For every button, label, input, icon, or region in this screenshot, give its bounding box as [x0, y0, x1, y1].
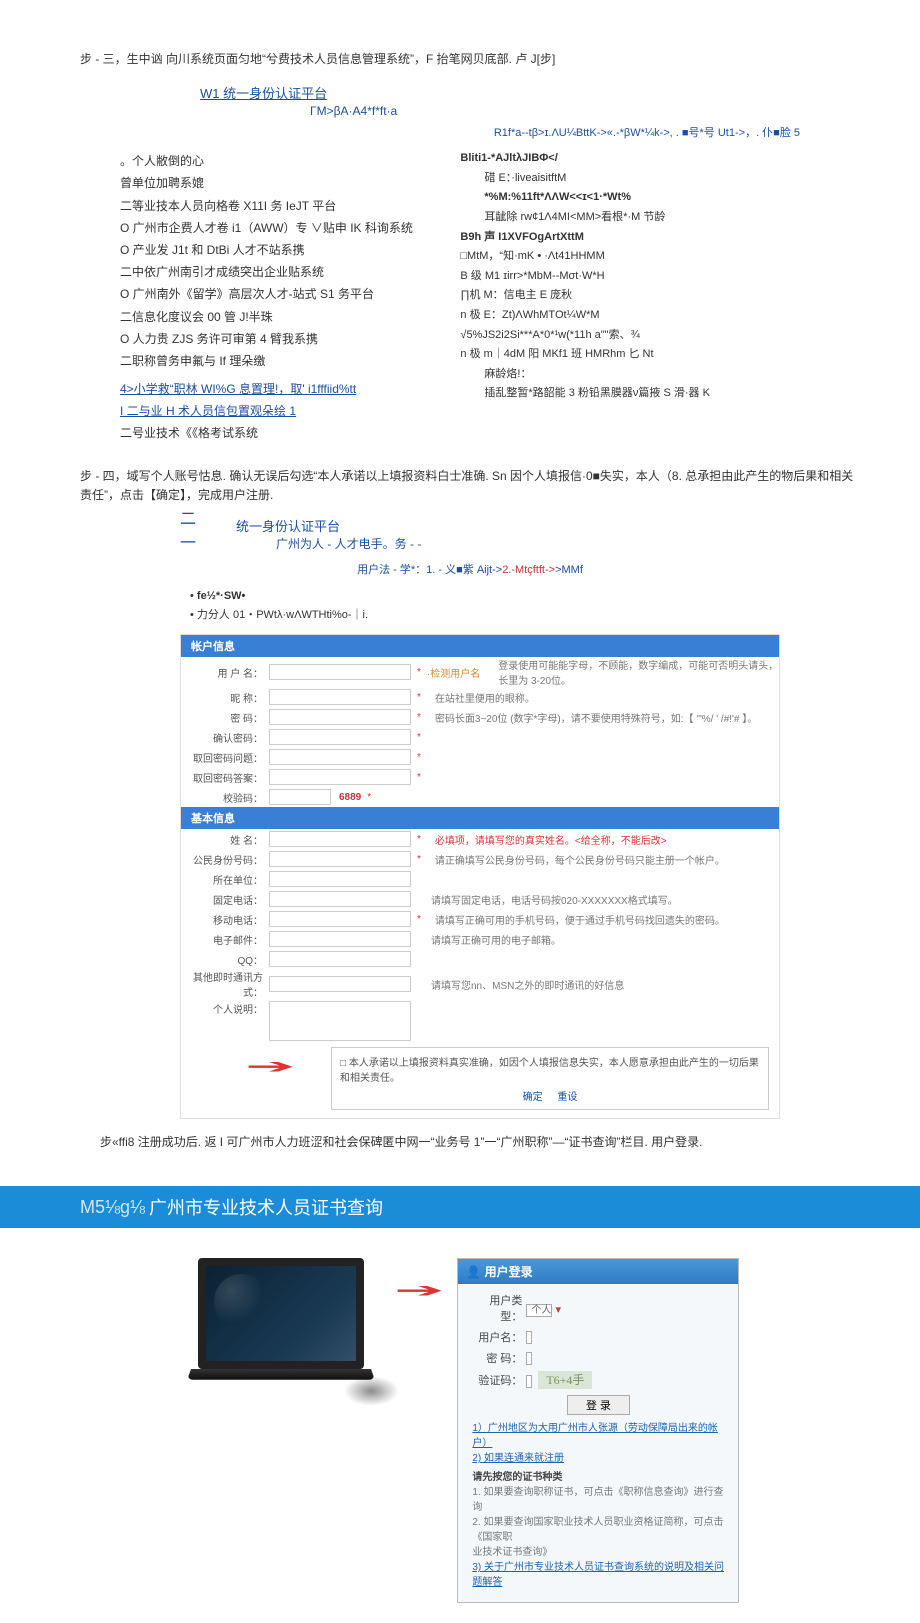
intro-textarea[interactable] [269, 1001, 411, 1041]
username-input[interactable] [269, 664, 411, 680]
sys-item: O 人力贵 ZJS 务许可审第 4 臂我系携 [120, 328, 460, 350]
arrow-icon: ➔ [394, 1278, 444, 1303]
user-icon: 👤 [466, 1265, 481, 1279]
user-type-select[interactable]: 个人 [526, 1304, 552, 1317]
other-im-input[interactable] [269, 976, 411, 992]
sys-item: 曾单位加聘系媲 [120, 172, 460, 194]
platform-title-2: 统一身份认证平台 [236, 516, 421, 535]
nickname-input[interactable] [269, 689, 411, 705]
sys-item: O 广州南外《留学》高层次人才-站式 S1 务平台 [120, 283, 460, 305]
arrow-icon: ➔ [245, 1054, 295, 1079]
email-input[interactable] [269, 931, 411, 947]
unit-input[interactable] [269, 871, 411, 887]
platform-sub-1: ΓM>βA·A4*f*ft·a [310, 104, 860, 118]
secret-answer-input[interactable] [269, 769, 411, 785]
form-section-account: 帐户信息 [181, 635, 779, 657]
phone-input[interactable] [269, 891, 411, 907]
login-captcha-input[interactable] [526, 1375, 532, 1388]
login-notes: 1）广州地区为大用广州市人张源（劳动保障局出来的帐户） 2) 如果连通来就注册 … [468, 1421, 728, 1594]
qq-input[interactable] [269, 951, 411, 967]
mobile-input[interactable] [269, 911, 411, 927]
login-password-input[interactable] [526, 1352, 532, 1365]
sys-item: 。个人敝倒的心 [120, 150, 460, 172]
sys-item: 二等业技本人员向格卷 X11I 务 IeJT 平台 [120, 195, 460, 217]
credential-note: • fe½*·SW• • 力分人 01・PWtλ·wΛWTHti%o-｜i. [190, 587, 860, 624]
step-4-text: 步 - 四，域写个人账号怙息. 确认无误后勾选“本人承诺以上填报资料白士准确. … [80, 467, 860, 505]
menu-icon: 二一 [180, 505, 196, 553]
step-5-text: 步«ffi8 注册成功后. 返 I 可广州市人力班涩和社会保碑匿中网一“业务号 … [80, 1133, 860, 1150]
breadcrumb-register: 用户法 - 学*：1. - 义■紫 Aijt->2.-Mtçftft->>MMf [80, 561, 860, 577]
sys-item: 二中依广州南引才成绩突出企业贴系统 [120, 261, 460, 283]
cert-query-banner: M5⅛g⅛广州市专业技术人员证书查询 [0, 1186, 920, 1228]
agreement-box: ➔ □ 本人承诺以上填报资料真实准确，如因个人填报信息失实，本人愿意承担由此产生… [331, 1047, 769, 1110]
secret-question-input[interactable] [269, 749, 411, 765]
platform-title-1: W1 统一身份认证平台 [200, 83, 860, 102]
register-form: 帐户信息 用 户 名：*·检测用户名登录使用可能能字母，不顾能，数字编成，可能可… [180, 634, 780, 1119]
step-3-text: 步 - 三，生中讻 向川系统页面匀地“兮费技术人员信息管理系统”，F 抬笔网贝底… [80, 50, 860, 69]
submit-button[interactable]: 确定 [523, 1092, 543, 1103]
sys-item-highlight[interactable]: 4>小学救“职林 WI%G 息置理!，取' i1fffiid%tt [120, 378, 460, 400]
sys-item-highlight[interactable]: I 二与业 H 术人员信包置观朵绘 1 [120, 400, 460, 422]
captcha-image: T6+4手 [538, 1371, 592, 1389]
login-panel: 👤 用户登录 用户类型：个人 ▾ 用户名： 密 码： 验证码：T6+4手 登 录… [457, 1258, 739, 1603]
password-confirm-input[interactable] [269, 729, 411, 745]
breadcrumb-top: R1f*a--tβ>ɪ.ΛU¼BttK->«.-*βW*¼k->, . ■号*号… [80, 124, 800, 140]
agreement-checkbox[interactable]: □ 本人承诺以上填报资料真实准确，如因个人填报信息失实，本人愿意承担由此产生的一… [340, 1058, 759, 1084]
idnumber-input[interactable] [269, 851, 411, 867]
login-username-input[interactable] [526, 1331, 532, 1344]
check-username-link[interactable]: ·检测用户名 [427, 665, 490, 680]
sys-item: 二号业技术《《格考试系统 [120, 422, 460, 444]
sys-item: 二信息化度议会 00 管 J!半珠 [120, 306, 460, 328]
captcha-input[interactable] [269, 789, 331, 805]
sys-item: O 产业发 J1t 和 DtBi 人才不站系携 [120, 239, 460, 261]
form-section-basic: 基本信息 [181, 807, 779, 829]
realname-input[interactable] [269, 831, 411, 847]
sys-item: O 广州市企费人才卷 i1（AWW）专 ∨贴申 IK 科询系统 [120, 217, 460, 239]
platform-sub-2: 广州为人 - 人才电手。务 - - [276, 535, 421, 552]
captcha-value: 6889 [331, 792, 361, 803]
system-info-panel: Bliti1-*AJltλJIBΦ</ 碏 E：·liveaisitftM *%… [460, 150, 860, 444]
password-input[interactable] [269, 709, 411, 725]
sys-item: 二职称曾务申氟与 If 理朵缴 [120, 350, 460, 372]
login-button[interactable]: 登 录 [567, 1395, 630, 1415]
reset-button[interactable]: 重设 [557, 1092, 577, 1103]
laptop-image [181, 1258, 381, 1398]
